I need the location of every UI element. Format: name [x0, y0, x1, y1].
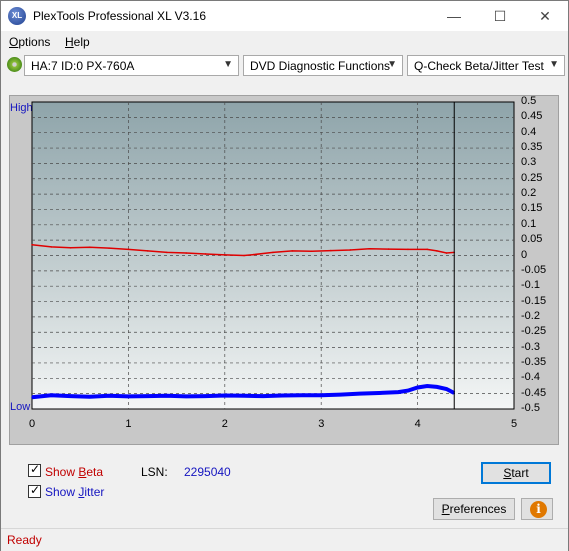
- data-point-beta: [127, 248, 130, 251]
- data-point-beta: [166, 251, 168, 254]
- data-point-jitter: [339, 393, 342, 396]
- data-point-beta: [330, 249, 332, 252]
- info-button[interactable]: i: [521, 498, 553, 520]
- x-tick-label: 1: [125, 418, 132, 430]
- y-tick-label: 0.5: [521, 95, 537, 107]
- data-point-jitter: [50, 394, 53, 396]
- status-text: Ready: [7, 533, 42, 547]
- data-point-jitter: [436, 386, 438, 388]
- show-jitter-checkbox[interactable]: ✓: [28, 483, 41, 498]
- data-point-beta: [387, 248, 390, 250]
- data-point-beta: [426, 248, 429, 251]
- data-point-beta: [291, 250, 294, 252]
- data-point-beta: [436, 250, 438, 252]
- data-point-jitter: [108, 394, 110, 397]
- y-tick-label: -0.15: [521, 294, 547, 307]
- data-point-jitter: [31, 396, 33, 399]
- data-point-beta: [108, 247, 110, 249]
- y-tick-label: -0.5: [521, 402, 540, 414]
- data-point-jitter: [243, 394, 245, 397]
- y-tick-label: -0.35: [521, 355, 547, 368]
- data-point-jitter: [281, 394, 284, 397]
- data-point-beta: [368, 247, 371, 250]
- data-point-jitter: [89, 395, 91, 398]
- x-tick-label: 4: [414, 418, 421, 430]
- data-point-jitter: [69, 395, 72, 397]
- data-point-jitter: [127, 395, 130, 398]
- data-point-jitter: [397, 391, 400, 393]
- show-jitter-rest: itter: [84, 485, 105, 499]
- data-point-jitter: [185, 395, 188, 398]
- data-point-beta: [243, 254, 245, 257]
- y-tick-label: -0.05: [521, 263, 547, 276]
- y-tick-label: -0.1: [521, 279, 540, 292]
- checkmark-icon: ✓: [30, 483, 41, 497]
- show-jitter-prefix: Show: [45, 485, 79, 499]
- data-point-jitter: [416, 386, 419, 389]
- lsn-label: LSN:: [141, 465, 168, 479]
- y-tick-label: 0.15: [521, 202, 543, 215]
- lsn-value: 2295040: [184, 465, 231, 479]
- data-point-beta: [224, 254, 226, 256]
- checkmark-icon: ✓: [30, 462, 41, 476]
- preferences-accel: P: [441, 502, 450, 516]
- y-tick-label: 0.45: [521, 110, 543, 123]
- beta-jitter-chart: [31, 101, 515, 410]
- data-point-beta: [50, 246, 53, 248]
- data-point-jitter: [262, 395, 265, 397]
- info-icon: i: [530, 501, 547, 518]
- y-tick-label: 0: [521, 248, 528, 261]
- y-tick-label: -0.45: [521, 386, 547, 399]
- data-point-jitter: [224, 394, 226, 397]
- preferences-button[interactable]: Preferences: [433, 498, 515, 520]
- data-point-beta: [252, 253, 255, 256]
- data-point-jitter: [445, 388, 448, 390]
- data-point-beta: [310, 250, 313, 253]
- y-tick-label: 0.2: [521, 187, 537, 200]
- show-beta-rest: eta: [86, 465, 104, 479]
- data-point-beta: [146, 250, 149, 252]
- y-tick-label: 0.35: [521, 141, 543, 154]
- data-point-jitter: [320, 394, 323, 396]
- show-beta-checkbox[interactable]: ✓: [28, 462, 41, 477]
- y-tick-label: -0.25: [521, 325, 547, 338]
- data-point-jitter: [301, 394, 303, 396]
- data-point-beta: [31, 243, 33, 246]
- main-window: XL PlexTools Professional XL V3.16 — ☐ ✕…: [0, 0, 569, 551]
- data-point-beta: [407, 248, 409, 251]
- x-tick-label: 3: [318, 418, 325, 430]
- data-point-beta: [89, 246, 91, 249]
- preferences-label: references: [449, 502, 507, 516]
- data-point-beta: [272, 251, 274, 254]
- data-point-beta: [349, 249, 351, 251]
- data-point-beta: [185, 252, 188, 254]
- y-tick-label: 0.05: [521, 233, 543, 246]
- data-point-jitter: [378, 392, 380, 394]
- data-point-jitter: [407, 389, 409, 392]
- data-point-jitter: [146, 395, 149, 397]
- x-tick-label: 0: [29, 418, 36, 430]
- data-point-beta: [204, 253, 207, 255]
- show-beta-label[interactable]: Show Beta: [45, 465, 103, 479]
- show-beta-prefix: Show: [45, 465, 79, 479]
- start-button[interactable]: Start: [481, 462, 551, 484]
- data-point-jitter: [166, 394, 168, 397]
- status-bar: Ready: [1, 528, 568, 551]
- y-tick-label: -0.4: [521, 371, 540, 384]
- data-point-jitter: [426, 385, 429, 387]
- x-tick-label: 2: [221, 418, 228, 430]
- y-tick-label: 0.4: [521, 125, 537, 138]
- start-label: tart: [511, 466, 529, 480]
- data-point-beta: [445, 252, 448, 254]
- y-tick-label: -0.2: [521, 309, 540, 322]
- data-point-beta: [69, 247, 72, 249]
- y-tick-label: 0.25: [521, 171, 543, 184]
- show-jitter-label[interactable]: Show Jitter: [45, 485, 104, 499]
- x-tick-label: 5: [511, 418, 518, 430]
- data-point-jitter: [204, 395, 207, 397]
- data-point-jitter: [358, 392, 361, 395]
- y-tick-label: -0.3: [521, 340, 540, 353]
- y-tick-label: 0.3: [521, 156, 537, 169]
- y-tick-label: 0.1: [521, 217, 537, 230]
